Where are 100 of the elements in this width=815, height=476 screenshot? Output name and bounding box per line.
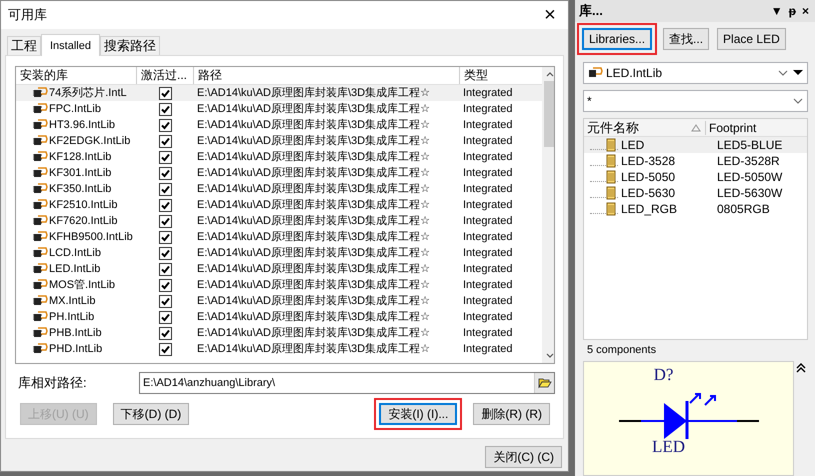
panel-button[interactable]: Place LED xyxy=(717,28,786,50)
column-header[interactable]: 元件名称 xyxy=(584,118,691,136)
table-row[interactable]: KF2EDGK.IntLib E:\AD14\ku\AD原理图库封装库\3D集成库工程☆ Integrated xyxy=(16,133,542,149)
path-cell-text: E:\AD14\ku\AD原理图库封装库\3D集成库工程☆ xyxy=(196,278,431,293)
component-row[interactable]: LED_RGB 0805RGB xyxy=(584,201,807,217)
checkbox[interactable] xyxy=(159,278,172,292)
library-name: LCD.IntLib xyxy=(49,246,101,261)
type-cell-text: Integrated xyxy=(462,166,514,181)
path-cell-text: E:\AD14\ku\AD原理图库封装库\3D集成库工程☆ xyxy=(196,214,431,229)
type-cell-text: Integrated xyxy=(462,102,514,117)
scroll-thumb[interactable] xyxy=(544,81,554,147)
browse-button[interactable] xyxy=(534,373,554,393)
checkbox[interactable] xyxy=(159,294,172,308)
table-row[interactable]: KF128.IntLib E:\AD14\ku\AD原理图库封装库\3D集成库工程☆ Integrated xyxy=(16,149,542,165)
checkbox[interactable] xyxy=(159,310,172,324)
table-row[interactable]: KFHB9500.IntLib E:\AD14\ku\AD原理图库封装库\3D集成库工程☆ Integrated xyxy=(16,229,542,245)
table-row[interactable]: KF301.IntLib E:\AD14\ku\AD原理图库封装库\3D集成库工程☆ Integrated xyxy=(16,165,542,181)
library-icon xyxy=(32,86,48,100)
checkbox[interactable] xyxy=(159,342,172,356)
checkbox[interactable] xyxy=(159,118,172,132)
table-row[interactable]: PHD.IntLib E:\AD14\ku\AD原理图库封装库\3D集成库工程☆ Integrated xyxy=(16,341,542,357)
component-row[interactable]: LED-5630 LED-5630W xyxy=(584,185,807,201)
column-header[interactable]: 激活过... xyxy=(137,67,194,84)
column-header[interactable]: 类型 xyxy=(460,67,542,84)
close-dialog-button[interactable]: 关闭(C) (C) xyxy=(485,446,562,468)
checkbox[interactable] xyxy=(159,86,172,100)
footprint-cell: LED-3528R xyxy=(717,154,780,168)
type-cell-text: Integrated xyxy=(462,342,514,357)
pin-button[interactable]: ᵽ xyxy=(786,4,798,18)
column-header[interactable]: Footprint xyxy=(705,120,756,134)
path-cell-text: E:\AD14\ku\AD原理图库封装库\3D集成库工程☆ xyxy=(196,294,431,309)
checkbox[interactable] xyxy=(159,166,172,180)
footprint-cell: LED5-BLUE xyxy=(717,138,782,152)
checkbox[interactable] xyxy=(159,214,172,228)
filter-dropdown[interactable]: * xyxy=(583,90,808,112)
scroll-up-icon[interactable] xyxy=(795,363,807,373)
table-row[interactable]: 74系列芯片.IntL E:\AD14\ku\AD原理图库封装库\3D集成库工程☆ Integrated xyxy=(16,85,542,101)
column-header[interactable]: 安装的库 xyxy=(16,67,137,84)
panel-button[interactable]: 查找... xyxy=(663,28,710,50)
library-icon xyxy=(32,150,48,164)
checkbox[interactable] xyxy=(159,182,172,196)
checkbox[interactable] xyxy=(159,150,172,164)
table-row[interactable]: KF2510.IntLib E:\AD14\ku\AD原理图库封装库\3D集成库工程☆ Integrated xyxy=(16,197,542,213)
action-button[interactable]: 下移(D) (D) xyxy=(112,403,190,425)
checkbox[interactable] xyxy=(159,230,172,244)
path-cell-text: E:\AD14\ku\AD原理图库封装库\3D集成库工程☆ xyxy=(196,166,431,181)
component-icon xyxy=(604,138,618,152)
checkbox[interactable] xyxy=(159,102,172,116)
library-name: KF128.IntLib xyxy=(49,150,112,165)
panel-button[interactable]: Libraries... xyxy=(582,28,652,50)
checkbox[interactable] xyxy=(159,134,172,148)
component-name: LED-5050 xyxy=(620,170,676,184)
library-name: KF350.IntLib xyxy=(49,182,112,197)
library-dropdown[interactable]: LED.IntLib xyxy=(583,62,808,84)
library-name: KF2EDGK.IntLib xyxy=(49,134,130,149)
path-cell-text: E:\AD14\ku\AD原理图库封装库\3D集成库工程☆ xyxy=(196,262,431,277)
checkbox[interactable] xyxy=(159,198,172,212)
table-row[interactable]: MX.IntLib E:\AD14\ku\AD原理图库封装库\3D集成库工程☆ Integrated xyxy=(16,293,542,309)
checkbox[interactable] xyxy=(159,262,172,276)
library-name: KF7620.IntLib xyxy=(49,214,118,229)
library-name: KF2510.IntLib xyxy=(49,198,118,213)
chevron-icon xyxy=(792,97,804,105)
tab[interactable]: Installed xyxy=(41,34,100,56)
library-name: PHD.IntLib xyxy=(49,342,102,357)
path-cell-text: E:\AD14\ku\AD原理图库封装库\3D集成库工程☆ xyxy=(196,182,431,197)
column-header[interactable]: 路径 xyxy=(194,67,460,84)
path-label: 库相对路径: xyxy=(17,374,88,392)
table-row[interactable]: LCD.IntLib E:\AD14\ku\AD原理图库封装库\3D集成库工程☆ Integrated xyxy=(16,245,542,261)
close-button[interactable]: × xyxy=(532,1,568,29)
table-row[interactable]: LED.IntLib E:\AD14\ku\AD原理图库封装库\3D集成库工程☆ Integrated xyxy=(16,261,542,277)
table-row[interactable]: PH.IntLib E:\AD14\ku\AD原理图库封装库\3D集成库工程☆ Integrated xyxy=(16,309,542,325)
path-cell-text: E:\AD14\ku\AD原理图库封装库\3D集成库工程☆ xyxy=(196,102,431,117)
library-icon xyxy=(32,262,48,276)
footprint-cell: LED-5050W xyxy=(717,170,782,184)
table-row[interactable]: PHB.IntLib E:\AD14\ku\AD原理图库封装库\3D集成库工程☆ Integrated xyxy=(16,325,542,341)
panel-menu-button[interactable]: ▼ xyxy=(768,4,785,18)
action-button[interactable]: 安装(I) (I)... xyxy=(379,403,458,425)
type-cell-text: Integrated xyxy=(462,278,514,293)
library-icon xyxy=(587,66,603,80)
checkbox[interactable] xyxy=(159,246,172,260)
path-field[interactable]: E:\AD14\anzhuang\Library\ xyxy=(139,372,555,394)
footprint-cell: 0805RGB xyxy=(717,202,770,216)
type-cell-text: Integrated xyxy=(462,230,514,245)
action-button[interactable]: 删除(R) (R) xyxy=(473,403,550,425)
library-icon xyxy=(32,246,48,260)
tab[interactable]: 搜索路径 xyxy=(100,36,160,55)
component-row[interactable]: LED-5050 LED-5050W xyxy=(584,169,807,185)
table-row[interactable]: KF7620.IntLib E:\AD14\ku\AD原理图库封装库\3D集成库工程☆ Integrated xyxy=(16,213,542,229)
component-row[interactable]: LED LED5-BLUE xyxy=(584,137,807,153)
type-cell-text: Integrated xyxy=(462,86,514,101)
table-row[interactable]: FPC.IntLib E:\AD14\ku\AD原理图库封装库\3D集成库工程☆ Integrated xyxy=(16,101,542,117)
table-row[interactable]: MOS管.IntLib E:\AD14\ku\AD原理图库封装库\3D集成库工程☆ Integrated xyxy=(16,277,542,293)
table-row[interactable]: HT3.96.IntLib E:\AD14\ku\AD原理图库封装库\3D集成库工程☆ Integrated xyxy=(16,117,542,133)
window-title: 可用库 xyxy=(8,6,47,24)
checkbox[interactable] xyxy=(159,326,172,340)
table-row[interactable]: KF350.IntLib E:\AD14\ku\AD原理图库封装库\3D集成库工程☆ Integrated xyxy=(16,181,542,197)
scrollbar[interactable] xyxy=(542,67,554,363)
tab[interactable]: 工程 xyxy=(7,36,41,55)
component-row[interactable]: LED-3528 LED-3528R xyxy=(584,153,807,169)
close-button[interactable]: × xyxy=(800,4,811,18)
